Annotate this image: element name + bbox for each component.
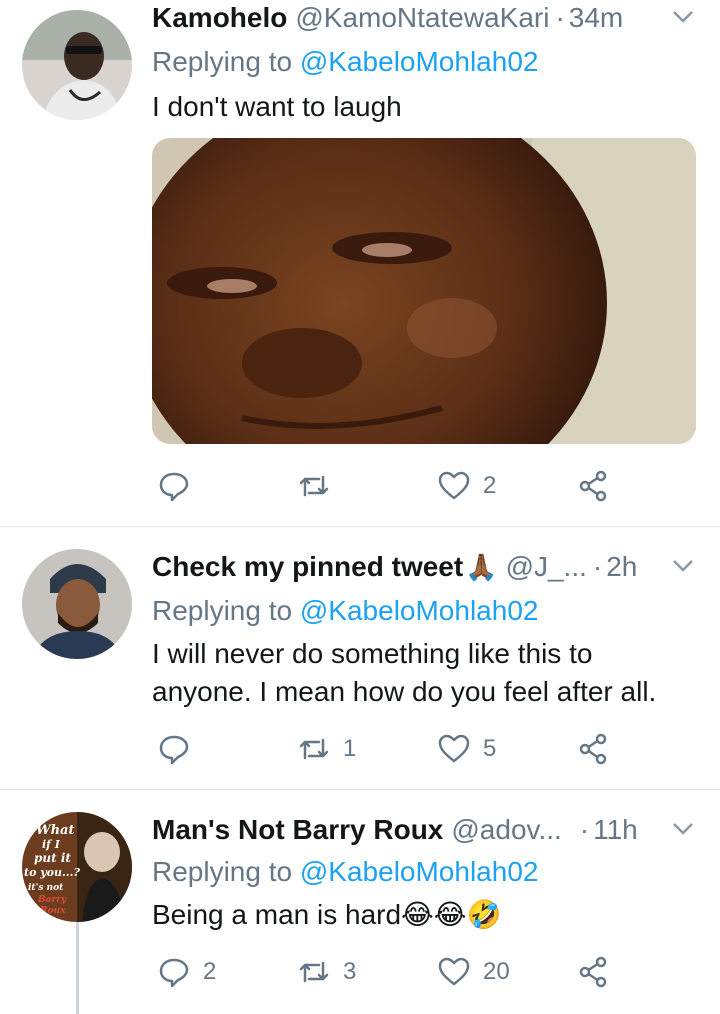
- separator-dot: ·: [579, 814, 590, 845]
- avatar-image: What if I put it to you...? it's not Bar…: [22, 812, 132, 922]
- author-name[interactable]: Check my pinned tweet: [152, 551, 463, 583]
- replying-to: Replying to @KabeloMohlah02: [152, 46, 538, 78]
- timestamp[interactable]: 2h: [606, 551, 637, 583]
- author-handle[interactable]: @KamoNtatewaKari: [295, 2, 549, 34]
- mention-link[interactable]: @KabeloMohlah02: [300, 595, 539, 626]
- retweet-count: 3: [343, 958, 357, 985]
- tweet-media-image[interactable]: [152, 138, 696, 444]
- avatar-image: [22, 10, 132, 120]
- avatar-mans-not-barry-roux[interactable]: What if I put it to you...? it's not Bar…: [22, 812, 132, 922]
- author-handle[interactable]: @adov...: [451, 814, 561, 846]
- share-icon: [579, 470, 607, 502]
- avatar-kamohelo[interactable]: [22, 10, 132, 120]
- tweet-text: I will never do something like this to a…: [152, 635, 702, 711]
- like-count: 2: [483, 472, 497, 499]
- avatar-text-7: Roux: [39, 906, 66, 916]
- mention-link[interactable]: @KabeloMohlah02: [300, 856, 539, 887]
- like-button[interactable]: 20: [437, 952, 510, 992]
- heart-icon: [438, 734, 470, 763]
- tweet-actions: 2 3 20: [152, 952, 712, 992]
- chevron-down-icon[interactable]: [672, 822, 694, 836]
- media-photo: [152, 138, 696, 444]
- like-count: 20: [483, 958, 510, 985]
- tweet-text: I don't want to laugh: [152, 91, 402, 122]
- replying-to: Replying to @KabeloMohlah02: [152, 595, 538, 627]
- avatar-text-6: Barry: [37, 895, 67, 905]
- avatar-check-my-pinned-tweet[interactable]: [22, 549, 132, 659]
- share-button[interactable]: [577, 729, 611, 769]
- separator-dot: ·: [555, 2, 565, 33]
- avatar-text-4: to you...?: [24, 866, 80, 879]
- retweet-icon: [299, 961, 329, 983]
- avatar-text-5: it's not: [28, 883, 64, 893]
- tweet-text: Being a man is hard😂😂🤣: [152, 896, 702, 934]
- like-count: 5: [483, 735, 497, 762]
- reply-button[interactable]: 2: [157, 952, 216, 992]
- replying-to: Replying to @KabeloMohlah02: [152, 856, 538, 888]
- avatar-text-1: What: [36, 823, 74, 838]
- author-name[interactable]: Kamohelo: [152, 2, 287, 34]
- share-button[interactable]: [577, 466, 611, 506]
- retweet-count: 1: [343, 735, 357, 762]
- avatar-image: [22, 549, 132, 659]
- reply-icon: [159, 472, 189, 502]
- replying-prefix: Replying to: [152, 595, 293, 626]
- retweet-button[interactable]: 3: [297, 952, 356, 992]
- tweet-actions: 2: [152, 466, 712, 506]
- avatar-text-3: put it: [34, 851, 71, 865]
- replying-prefix: Replying to: [152, 46, 293, 77]
- reply-icon: [159, 958, 189, 988]
- reply-button[interactable]: [157, 729, 203, 769]
- retweet-button[interactable]: 1: [297, 729, 356, 769]
- separator-dot: ·: [592, 551, 603, 582]
- share-button[interactable]: [577, 952, 611, 992]
- replying-prefix: Replying to: [152, 856, 293, 887]
- tweet-actions: 1 5: [152, 729, 712, 769]
- share-icon: [579, 956, 607, 988]
- laughing-emojis: 😂😂🤣: [401, 899, 502, 930]
- author-name[interactable]: Man's Not Barry Roux: [152, 814, 443, 846]
- mention-link[interactable]: @KabeloMohlah02: [300, 46, 539, 77]
- retweet-icon: [299, 475, 329, 497]
- timestamp[interactable]: 34m: [569, 2, 623, 34]
- chevron-down-icon[interactable]: [672, 10, 694, 24]
- tweet-2[interactable]: Check my pinned tweet 🙏🏾 @J_... · 2h Rep…: [0, 527, 720, 789]
- timestamp[interactable]: 11h: [593, 814, 638, 846]
- author-handle[interactable]: @J_...: [506, 551, 587, 583]
- reply-count: 2: [203, 958, 217, 985]
- avatar-text-2: if I: [42, 838, 61, 851]
- like-button[interactable]: 2: [437, 466, 496, 506]
- chevron-down-icon[interactable]: [672, 559, 694, 573]
- tweet-text-line-2: anyone. I mean how do you feel after all…: [152, 676, 657, 707]
- tweet-text-line-1: I will never do something like this to: [152, 638, 593, 669]
- tweet-1[interactable]: Kamohelo @KamoNtatewaKari · 34m Replying…: [0, 0, 720, 526]
- tweet-text-body: Being a man is hard: [152, 899, 402, 930]
- share-icon: [579, 733, 607, 765]
- name-emoji: 🙏🏾: [465, 552, 498, 582]
- heart-icon: [438, 471, 470, 500]
- thread-line: [76, 922, 79, 1014]
- like-button[interactable]: 5: [437, 729, 496, 769]
- heart-icon: [438, 957, 470, 986]
- tweet-3[interactable]: What if I put it to you...? it's not Bar…: [0, 790, 720, 1014]
- reply-icon: [159, 735, 189, 765]
- retweet-icon: [299, 738, 329, 760]
- reply-button[interactable]: [157, 466, 203, 506]
- retweet-button[interactable]: [297, 466, 343, 506]
